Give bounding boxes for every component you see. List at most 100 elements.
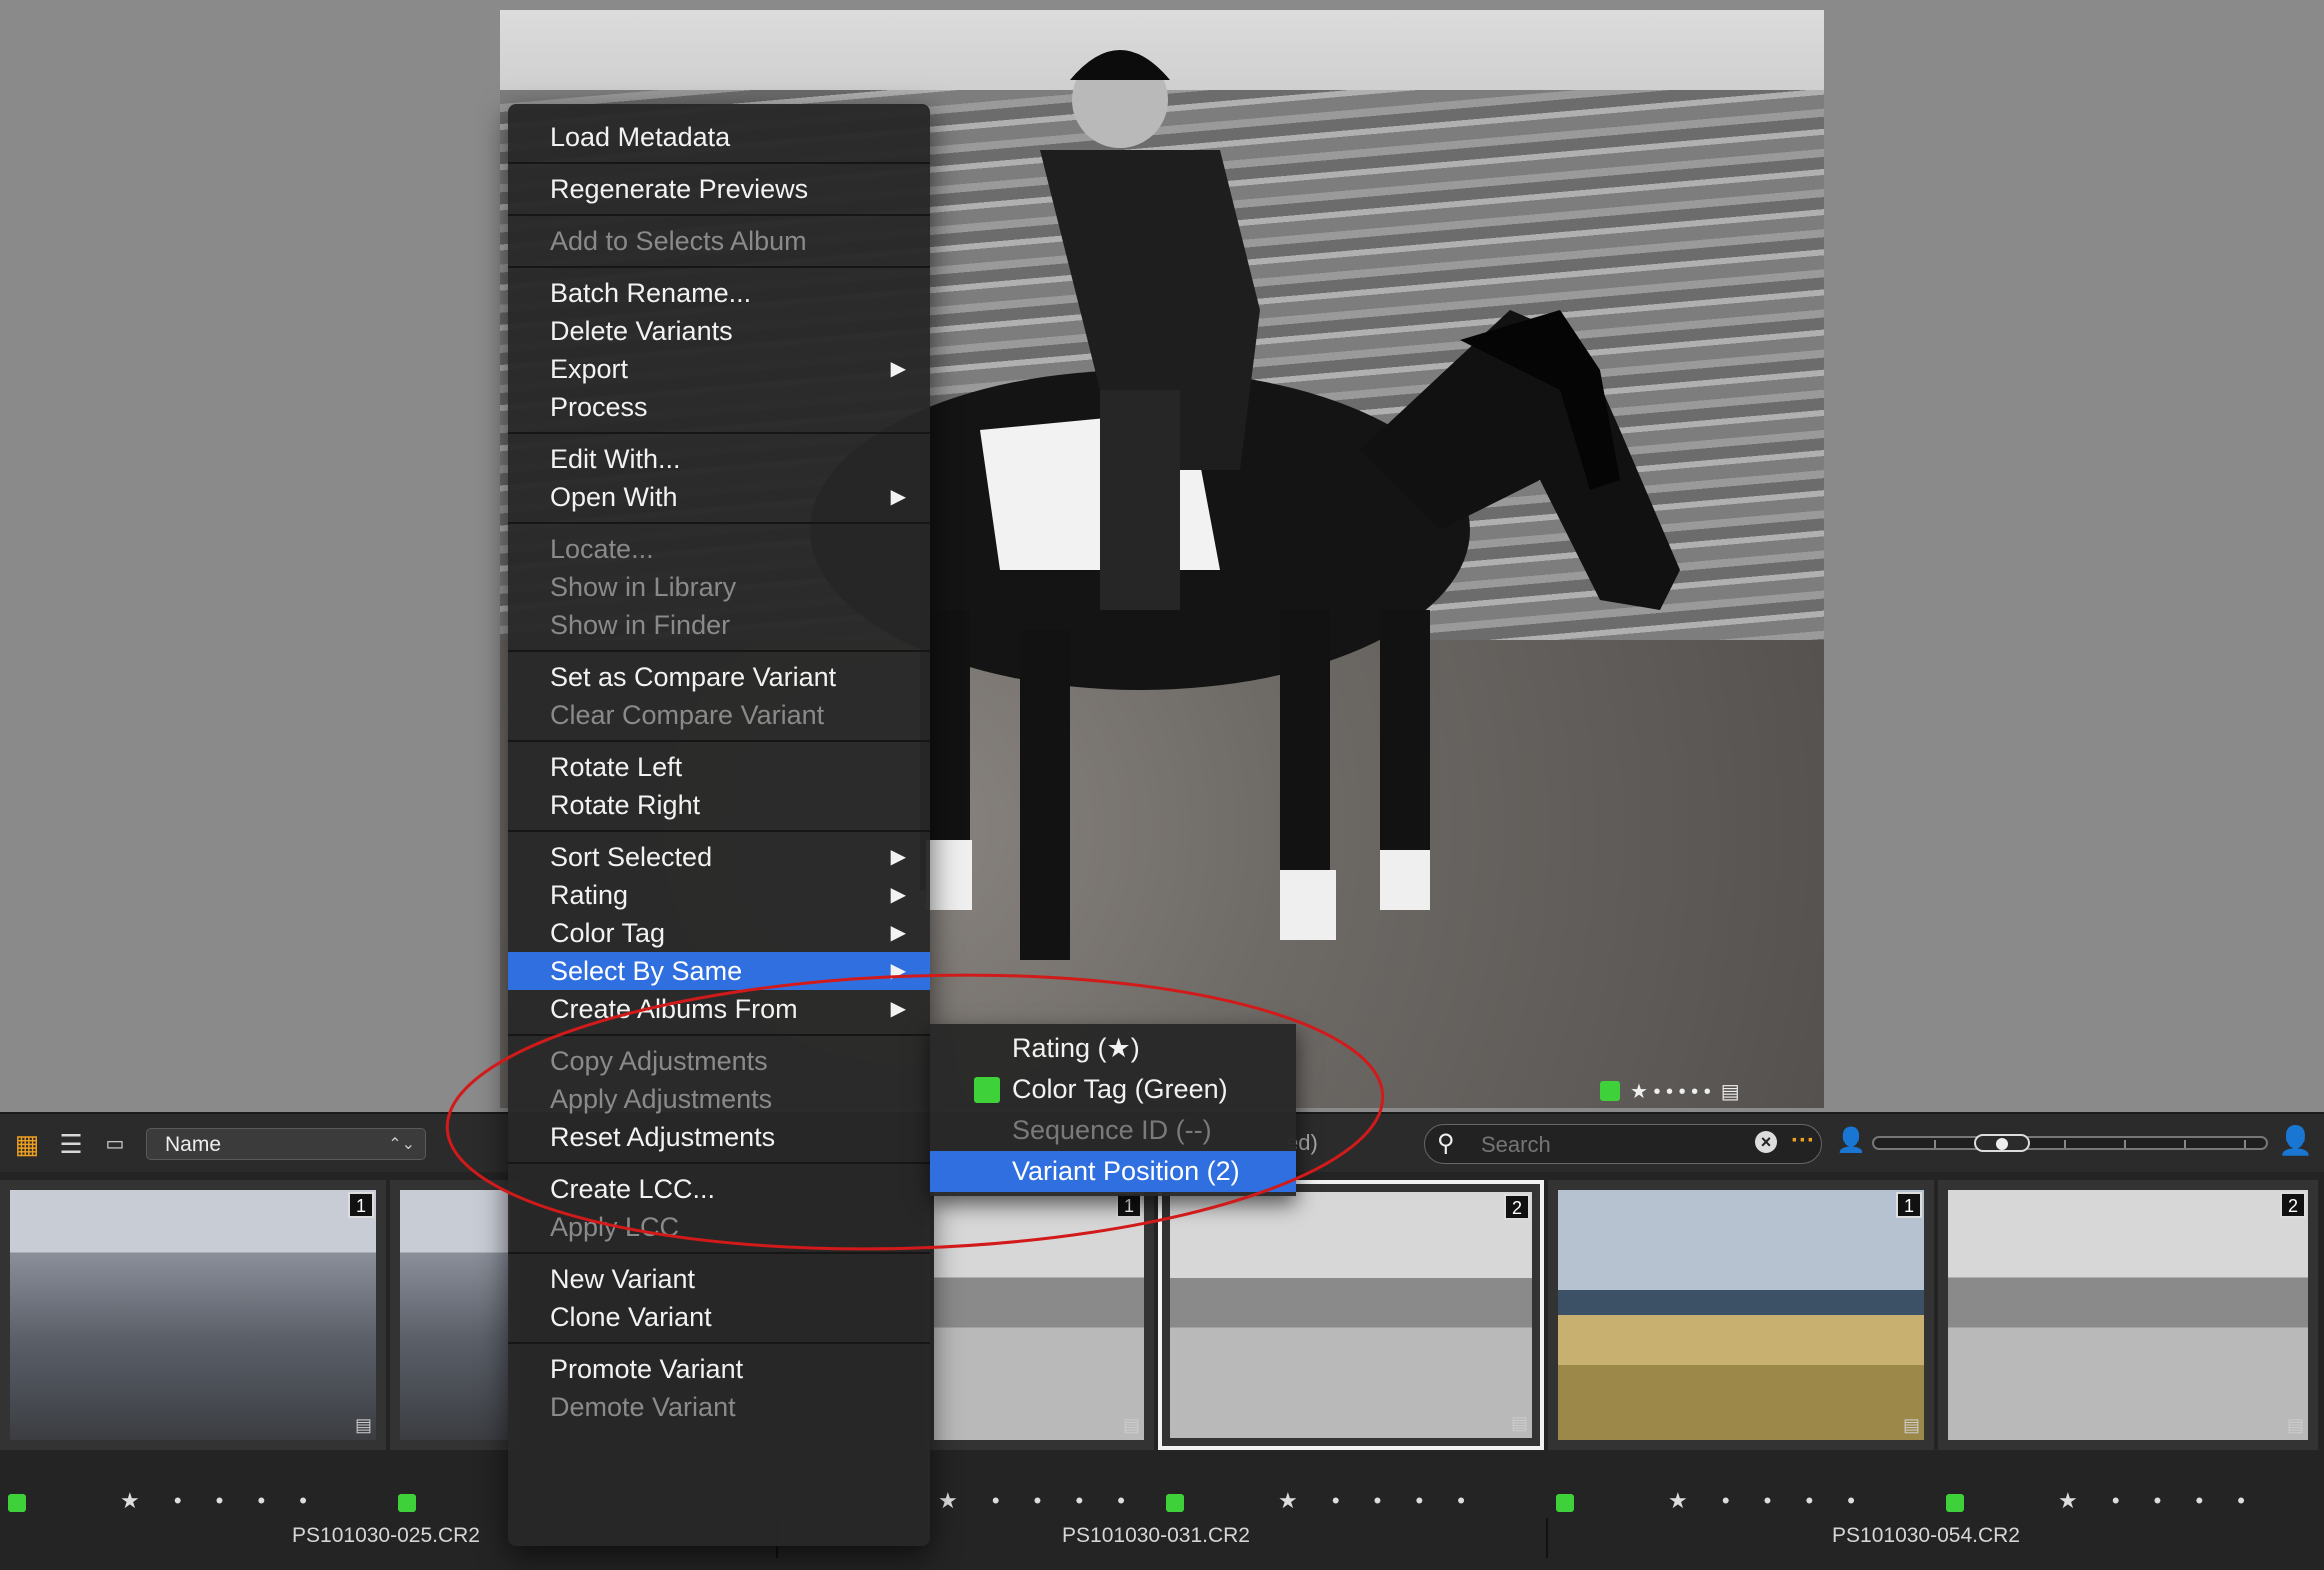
- thumbnail-1[interactable]: 1 ▤: [0, 1180, 386, 1450]
- menu-item-label: Apply Adjustments: [550, 1084, 773, 1114]
- thumbnail-image: [1558, 1190, 1924, 1440]
- submenu-item-variant-position-2[interactable]: Variant Position (2): [930, 1151, 1296, 1192]
- menu-item-promote-variant[interactable]: Promote Variant: [508, 1350, 930, 1388]
- submenu-item-label: Rating (★): [1012, 1033, 1140, 1063]
- sort-select[interactable]: Name ⌃⌄: [146, 1128, 426, 1160]
- color-tag-green[interactable]: [1946, 1494, 1964, 1512]
- thumbnail-image: [400, 1190, 510, 1440]
- search-input[interactable]: [1479, 1129, 1743, 1161]
- thumbnail-5[interactable]: 1 ▤: [1548, 1180, 1934, 1450]
- sort-select-value: Name: [165, 1133, 222, 1156]
- color-tag-green[interactable]: [8, 1494, 26, 1512]
- submenu-item-rating[interactable]: Rating (★): [930, 1028, 1296, 1069]
- menu-item-create-lcc[interactable]: Create LCC...: [508, 1170, 930, 1208]
- menu-item-label: Color Tag: [550, 918, 666, 948]
- menu-item-create-albums-from[interactable]: Create Albums From ▶: [508, 990, 930, 1028]
- menu-item-new-variant[interactable]: New Variant: [508, 1260, 930, 1298]
- thumbnail-4[interactable]: 2 ▤: [1158, 1180, 1544, 1450]
- menu-group-12: Promote Variant Demote Variant: [508, 1344, 930, 1432]
- submenu-item-color-tag-green[interactable]: Color Tag (Green): [930, 1069, 1296, 1110]
- menu-item-set-as-compare-variant[interactable]: Set as Compare Variant: [508, 658, 930, 696]
- menu-item-sort-selected[interactable]: Sort Selected ▶: [508, 838, 930, 876]
- menu-item-select-by-same[interactable]: Select By Same ▶: [508, 952, 930, 990]
- menu-item-label: Reset Adjustments: [550, 1122, 776, 1152]
- note-icon[interactable]: ▤: [355, 1415, 372, 1436]
- thumbnail-3[interactable]: 1 ▤: [924, 1180, 1154, 1450]
- menu-item-load-metadata[interactable]: Load Metadata: [508, 118, 930, 156]
- search-field[interactable]: ⚲ × ···: [1424, 1124, 1822, 1164]
- clear-search-icon[interactable]: ×: [1755, 1131, 1777, 1153]
- list-view-icon[interactable]: ☰: [56, 1130, 86, 1158]
- menu-group-6: Set as Compare Variant Clear Compare Vari…: [508, 652, 930, 742]
- menu-group-11: New Variant Clone Variant: [508, 1254, 930, 1344]
- menu-group-9: Copy Adjustments Apply Adjustments Reset A…: [508, 1036, 930, 1164]
- thumb-meta-row: ★ • • • •: [1158, 1488, 1544, 1518]
- menu-item-label: Locate...: [550, 534, 654, 564]
- thumbnail-image: [1948, 1190, 2308, 1440]
- thumb-meta-row: ★ • • • •: [1938, 1488, 2318, 1518]
- menu-item-label: Select By Same: [550, 956, 743, 986]
- menu-item-label: Set as Compare Variant: [550, 662, 837, 692]
- submenu-item-label: Variant Position (2): [1012, 1156, 1240, 1186]
- filmstrip: 1 ▤ 1 ▤ 2 ▤ 1 ▤ 2 ▤ ★ • • • • ★ • • • • …: [0, 1172, 2324, 1570]
- search-icon[interactable]: ⚲: [1437, 1129, 1455, 1158]
- color-tag-green[interactable]: [398, 1494, 416, 1512]
- grid-view-icon[interactable]: ▦: [12, 1130, 42, 1158]
- menu-item-show-in-library: Show in Library: [508, 568, 930, 606]
- thumb-meta-row: ★ • • • •: [930, 1488, 1160, 1518]
- note-icon[interactable]: ▤: [1511, 1413, 1528, 1434]
- thumbnail-6[interactable]: 2 ▤: [1938, 1180, 2318, 1450]
- note-icon[interactable]: ▤: [2287, 1415, 2304, 1436]
- more-options-icon[interactable]: ···: [1791, 1127, 1815, 1155]
- menu-item-label: Add to Selects Album: [550, 226, 807, 256]
- color-tag-green[interactable]: [1600, 1081, 1620, 1101]
- color-tag-green[interactable]: [1556, 1494, 1574, 1512]
- menu-item-rotate-right[interactable]: Rotate Right: [508, 786, 930, 824]
- menu-item-edit-with[interactable]: Edit With...: [508, 440, 930, 478]
- thumbnail-image: [1170, 1192, 1532, 1438]
- menu-item-reset-adjustments[interactable]: Reset Adjustments: [508, 1118, 930, 1156]
- viewer-status-bar: ★ • • • • • ▤: [1600, 1078, 1824, 1104]
- rating-stars[interactable]: ★ • • • •: [1668, 1488, 1869, 1514]
- menu-item-delete-variants[interactable]: Delete Variants: [508, 312, 930, 350]
- person-small-icon[interactable]: 👤: [1836, 1126, 1866, 1155]
- color-tag-green[interactable]: [1166, 1494, 1184, 1512]
- menu-item-label: Rotate Right: [550, 790, 701, 820]
- menu-item-export[interactable]: Export ▶: [508, 350, 930, 388]
- menu-item-rotate-left[interactable]: Rotate Left: [508, 748, 930, 786]
- menu-item-clone-variant[interactable]: Clone Variant: [508, 1298, 930, 1336]
- person-large-icon[interactable]: 👤: [2278, 1124, 2313, 1157]
- menu-item-label: Sort Selected: [550, 842, 713, 872]
- rating-stars[interactable]: ★ • • • •: [2058, 1488, 2259, 1514]
- menu-item-label: Open With: [550, 482, 678, 512]
- menu-item-label: Edit With...: [550, 444, 681, 474]
- menu-item-rating[interactable]: Rating ▶: [508, 876, 930, 914]
- thumbnail-2[interactable]: [390, 1180, 520, 1450]
- menu-group-10: Create LCC... Apply LCC: [508, 1164, 930, 1254]
- variant-number-badge: 2: [2280, 1192, 2306, 1218]
- rating-stars[interactable]: ★ • • • •: [120, 1488, 321, 1514]
- menu-item-label: Show in Library: [550, 572, 737, 602]
- rating-stars[interactable]: ★ • • • •: [1278, 1488, 1479, 1514]
- menu-group-8: Sort Selected ▶ Rating ▶ Color Tag ▶ Select By…: [508, 832, 930, 1036]
- filename-label: PS101030-031.CR2: [1062, 1524, 1250, 1547]
- menu-item-regenerate-previews[interactable]: Regenerate Previews: [508, 170, 930, 208]
- metadata-note-icon[interactable]: ▤: [1721, 1079, 1740, 1104]
- slider-thumb[interactable]: [1974, 1134, 2030, 1152]
- rating-stars[interactable]: ★ • • • •: [938, 1488, 1139, 1514]
- menu-group-7: Rotate Left Rotate Right: [508, 742, 930, 832]
- sort-chevron-icon: ⌃⌄: [388, 1136, 415, 1153]
- thumbnail-size-slider[interactable]: [1872, 1134, 2268, 1152]
- menu-item-color-tag[interactable]: Color Tag ▶: [508, 914, 930, 952]
- menu-item-show-in-finder: Show in Finder: [508, 606, 930, 644]
- viewer-rating-stars[interactable]: ★ • • • • •: [1630, 1079, 1711, 1104]
- note-icon[interactable]: ▤: [1903, 1415, 1920, 1436]
- menu-item-batch-rename[interactable]: Batch Rename...: [508, 274, 930, 312]
- menu-item-label: Export: [550, 354, 629, 384]
- note-icon[interactable]: ▤: [1123, 1415, 1140, 1436]
- filmstrip-view-icon[interactable]: ▭: [100, 1130, 130, 1158]
- menu-item-label: Apply LCC: [550, 1212, 680, 1242]
- menu-item-process[interactable]: Process: [508, 388, 930, 426]
- submenu-arrow-icon: ▶: [890, 884, 906, 906]
- menu-item-open-with[interactable]: Open With ▶: [508, 478, 930, 516]
